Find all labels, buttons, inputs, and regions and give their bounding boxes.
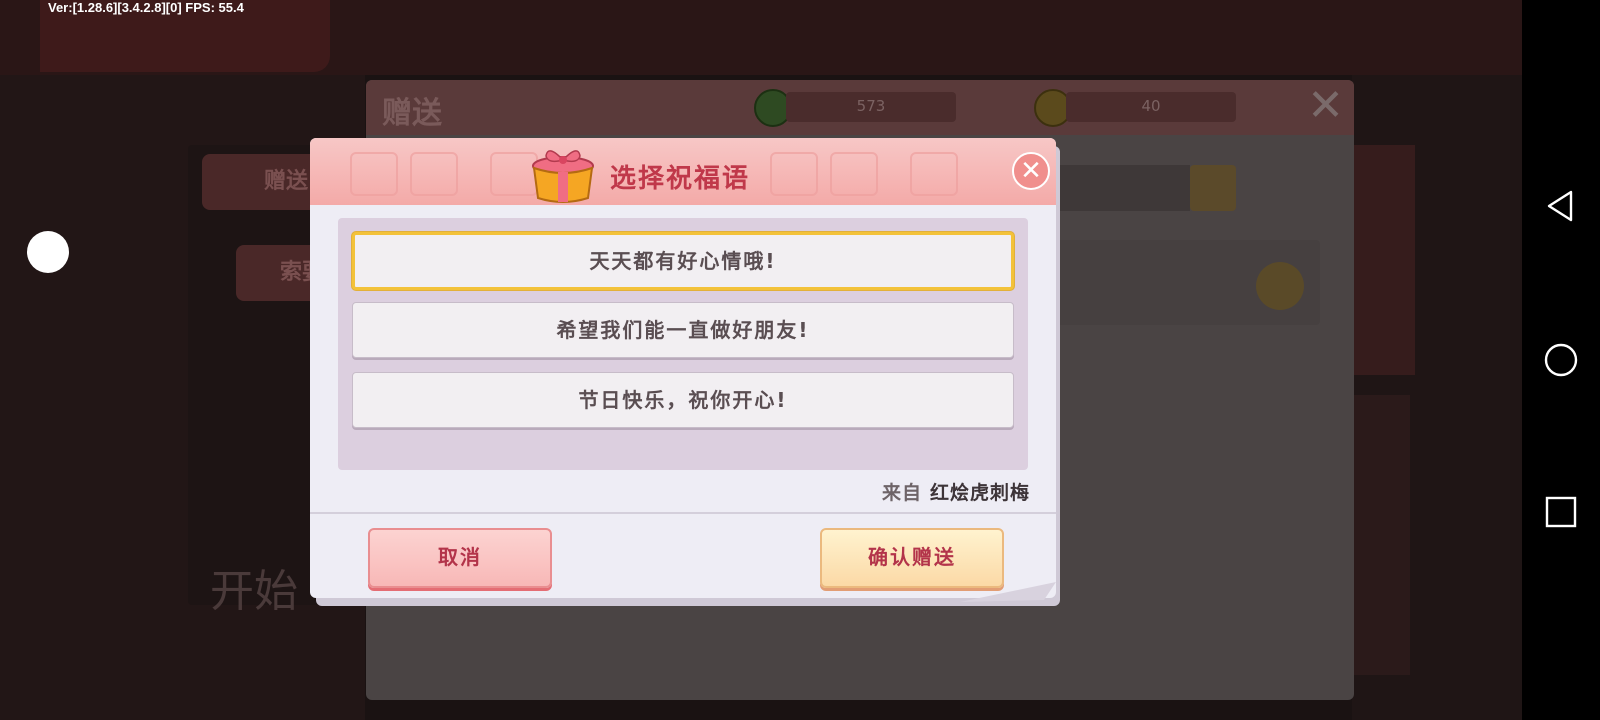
gift-window-close-icon[interactable]: ✕ xyxy=(1307,84,1344,128)
gold-currency-value: 40 xyxy=(1141,97,1161,115)
floating-assistive-ball[interactable] xyxy=(27,231,69,273)
header-pattern xyxy=(910,152,958,196)
from-label: 来自 xyxy=(881,482,922,504)
green-currency-bar: 573 xyxy=(786,92,956,122)
dialog-header: 选择祝福语 ✕ xyxy=(310,138,1056,205)
gift-box-icon xyxy=(532,150,594,203)
header-pattern xyxy=(350,152,398,196)
header-pattern xyxy=(770,152,818,196)
sender-name: 红烩虎刺梅 xyxy=(929,482,1030,504)
dialog-title: 选择祝福语 xyxy=(610,164,751,194)
page-curl-decoration xyxy=(960,582,1056,602)
send-gift-icon[interactable] xyxy=(1256,262,1304,310)
right-scene-strip xyxy=(1350,395,1410,675)
search-icon[interactable] xyxy=(1190,165,1236,211)
blessing-options-panel: 天天都有好心情哦! 希望我们能一直做好朋友! 节日快乐，祝你开心! xyxy=(338,218,1028,470)
close-icon: ✕ xyxy=(1020,156,1042,186)
blessing-option-3[interactable]: 节日快乐，祝你开心! xyxy=(352,372,1014,428)
android-navigation-bar xyxy=(1522,0,1600,720)
gift-window-title: 赠送 xyxy=(382,96,442,131)
gold-currency-bar: 40 xyxy=(1066,92,1236,122)
back-icon[interactable] xyxy=(1543,188,1579,224)
header-pattern xyxy=(830,152,878,196)
debug-fps-text: Ver:[1.28.6][3.4.2.8][0] FPS: 55.4 xyxy=(48,0,244,15)
blessing-option-2[interactable]: 希望我们能一直做好朋友! xyxy=(352,302,1014,358)
gift-window-header: 赠送 573 40 ✕ xyxy=(366,80,1354,135)
cancel-button[interactable]: 取消 xyxy=(368,528,552,588)
close-button[interactable]: ✕ xyxy=(1012,152,1050,190)
home-icon[interactable] xyxy=(1543,342,1579,378)
sender-line: 来自 红烩虎刺梅 xyxy=(882,478,1030,505)
blessing-dialog: 选择祝福语 ✕ 天天都有好心情哦! 希望我们能一直做好朋友! 节日快乐，祝你开心… xyxy=(310,138,1056,598)
blessing-option-1[interactable]: 天天都有好心情哦! xyxy=(352,232,1014,290)
start-text: 开始 xyxy=(210,566,298,617)
recents-icon[interactable] xyxy=(1543,494,1579,530)
confirm-send-button[interactable]: 确认赠送 xyxy=(820,528,1004,588)
game-screen: 开始 赠送 573 40 ✕ 赠送 索要 Ver:[1.28.6][3.4.2.… xyxy=(0,0,1600,720)
header-pattern xyxy=(410,152,458,196)
green-currency-value: 573 xyxy=(856,97,886,115)
friend-search-input[interactable] xyxy=(1040,165,1190,211)
dialog-divider xyxy=(310,512,1056,514)
